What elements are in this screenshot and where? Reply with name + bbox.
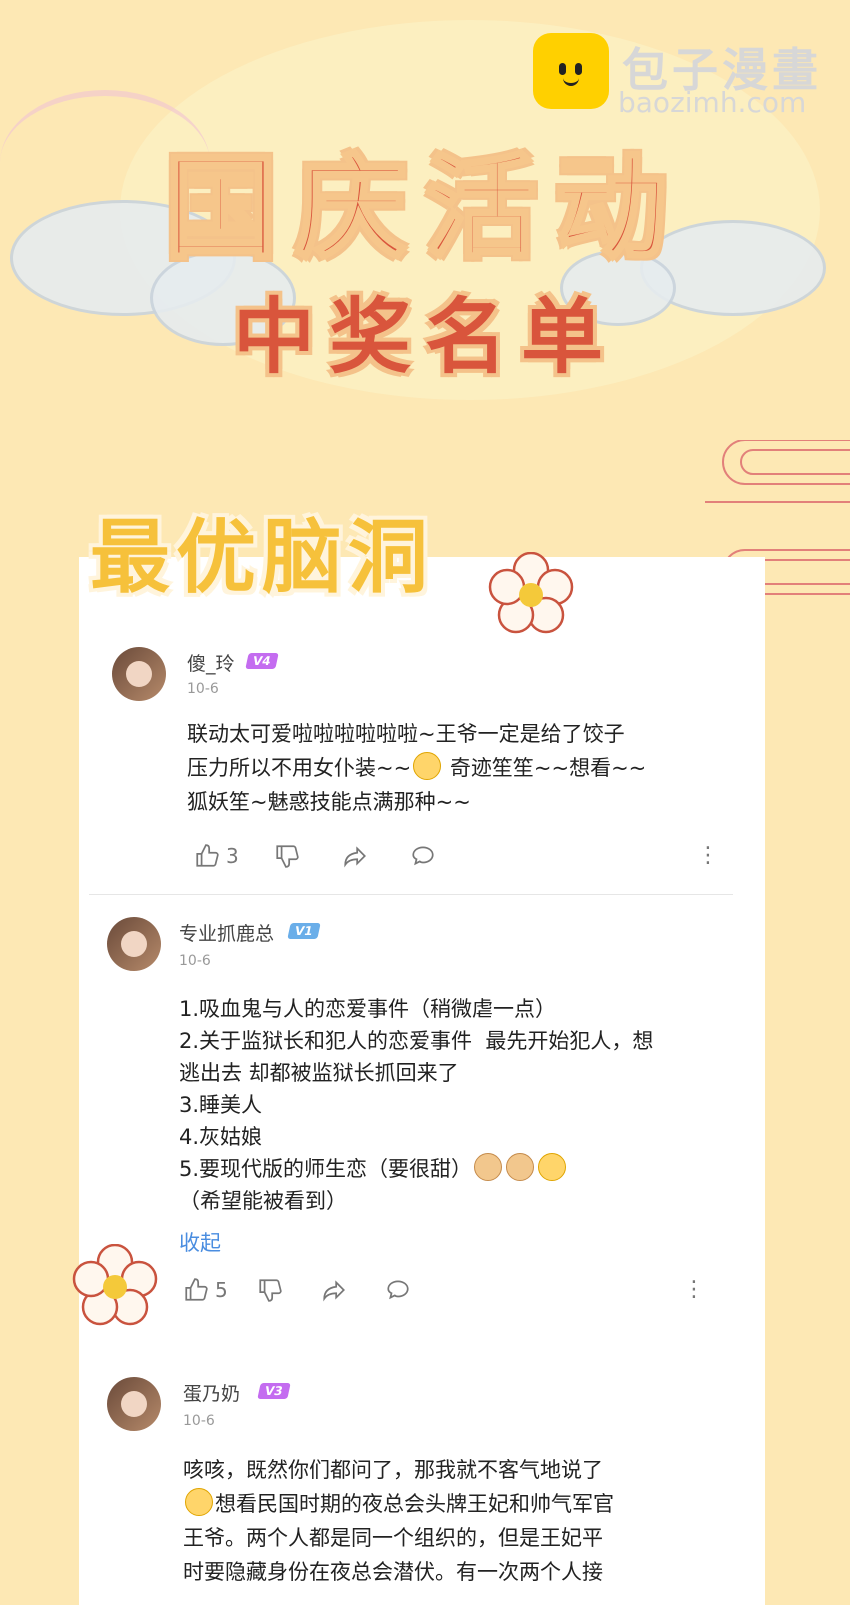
- comment-text: 咳咳，既然你们都问了，那我就不客气地说了 想看民国时期的夜总会头牌王妃和帅气军官…: [183, 1458, 614, 1584]
- reply-button[interactable]: [385, 1277, 411, 1303]
- level-badge: V4: [245, 653, 279, 669]
- comment-actions: 3: [194, 843, 734, 873]
- page-title: 国庆活动: [163, 142, 685, 276]
- dislike-button[interactable]: [274, 843, 300, 869]
- shy-emoji-icon: [185, 1488, 213, 1516]
- comment-date: 10-6: [187, 681, 219, 697]
- dislike-icon: [276, 845, 299, 868]
- flower-icon: [488, 552, 574, 634]
- username[interactable]: 傻_玲: [187, 649, 235, 676]
- like-count: 3: [226, 844, 239, 868]
- flower-icon: [72, 1244, 158, 1326]
- like-count: 5: [215, 1278, 228, 1302]
- avatar[interactable]: [107, 917, 161, 971]
- section-title: 最优脑洞: [90, 511, 434, 604]
- comment-text: 联动太可爱啦啦啦啦啦啦~王爷一定是给了饺子 压力所以不用女仆装~~ 奇迹笙笙~~…: [187, 722, 647, 814]
- page-subtitle: 中奖名单: [232, 290, 617, 385]
- like-icon: [185, 1278, 208, 1301]
- comment-text: 1.吸血鬼与人的恋爱事件（稍微虐一点） 2.关于监狱长和犯人的恋爱事件 最先开始…: [179, 997, 654, 1213]
- avatar[interactable]: [112, 647, 166, 701]
- relieved-emoji-icon: [538, 1153, 567, 1181]
- dog-emoji-icon: [474, 1153, 503, 1181]
- dislike-button[interactable]: [257, 1277, 283, 1303]
- like-button[interactable]: 3: [194, 843, 239, 869]
- logo-icon: [533, 33, 609, 109]
- reply-button[interactable]: [410, 843, 436, 869]
- logo-domain: baozimh.com: [618, 86, 807, 119]
- share-button[interactable]: [342, 843, 368, 869]
- divider: [89, 894, 733, 895]
- collapse-link[interactable]: 收起: [179, 1227, 221, 1257]
- comment-date: 10-6: [183, 1413, 215, 1429]
- level-badge: V3: [257, 1383, 291, 1399]
- share-button[interactable]: [321, 1277, 347, 1303]
- share-icon: [344, 846, 366, 868]
- like-button[interactable]: 5: [183, 1277, 228, 1303]
- comment-card: 傻_玲 V4 10-6 联动太可爱啦啦啦啦啦啦~王爷一定是给了饺子 压力所以不用…: [79, 557, 765, 1605]
- more-icon[interactable]: ⋮: [683, 1277, 705, 1302]
- reply-icon: [412, 846, 434, 866]
- comment-date: 10-6: [179, 953, 211, 969]
- blush-emoji-icon: [413, 752, 442, 780]
- comment-actions: 5: [183, 1277, 723, 1307]
- share-icon: [323, 1280, 345, 1302]
- username[interactable]: 蛋乃奶: [183, 1379, 240, 1406]
- level-badge: V1: [287, 923, 321, 939]
- avatar[interactable]: [107, 1377, 161, 1431]
- more-icon[interactable]: ⋮: [697, 843, 719, 868]
- username[interactable]: 专业抓鹿总: [179, 919, 274, 946]
- reply-icon: [387, 1280, 409, 1300]
- dog-emoji-icon: [506, 1153, 535, 1181]
- like-icon: [196, 844, 219, 867]
- dislike-icon: [259, 1279, 282, 1302]
